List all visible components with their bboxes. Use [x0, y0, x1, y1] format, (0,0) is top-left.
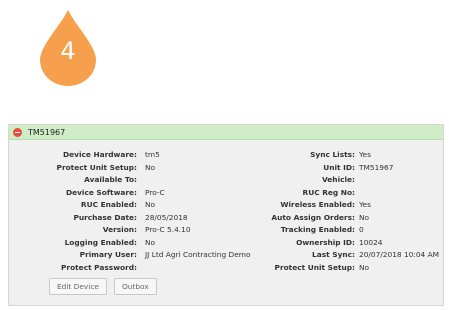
detail-row: Protect Unit Setup: No Unit ID: TM51967: [9, 162, 443, 175]
auto-assign-orders-value: No: [359, 212, 370, 222]
ownership-id-label: Ownership ID:: [296, 237, 355, 247]
step-number: 4: [60, 37, 76, 65]
vehicle-label: Vehicle:: [321, 175, 355, 184]
available-to-label: Available To:: [84, 175, 137, 184]
protect-unit-setup-label: Protect Unit Setup:: [56, 162, 137, 172]
ruc-reg-no-label: RUC Reg No:: [302, 187, 355, 197]
logging-enabled-label: Logging Enabled:: [64, 237, 137, 247]
detail-row: Protect Password: Protect Unit Setup: No: [9, 262, 443, 275]
wireless-enabled-label: Wireless Enabled:: [280, 200, 355, 209]
device-panel: TM51967 Device Hardware: tm5 Sync Lists:…: [8, 124, 444, 306]
tracking-enabled-label: Tracking Enabled:: [280, 225, 355, 234]
protect-unit-setup-value-right: No: [359, 262, 370, 272]
detail-row: RUC Enabled: No Wireless Enabled: Yes: [9, 199, 443, 212]
protect-unit-setup-value: No: [145, 162, 156, 172]
last-sync-value: 20/07/2018 10:04 AM: [359, 250, 440, 259]
auto-assign-orders-label: Auto Assign Orders:: [271, 212, 355, 222]
primary-user-value: JJ Ltd Agri Contracting Demo: [145, 250, 251, 259]
detail-row: Device Software: Pro-C RUC Reg No:: [9, 187, 443, 200]
protect-unit-setup-label-right: Protect Unit Setup:: [274, 262, 355, 272]
detail-row: Primary User: JJ Ltd Agri Contracting De…: [9, 249, 443, 262]
device-details: Device Hardware: tm5 Sync Lists: Yes Pro…: [9, 149, 443, 274]
minus-circle-icon[interactable]: [13, 127, 22, 137]
wireless-enabled-value: Yes: [359, 200, 371, 209]
detail-row: Purchase Date: 28/05/2018 Auto Assign Or…: [9, 212, 443, 225]
device-hardware-label: Device Hardware:: [62, 150, 137, 159]
version-value: Pro-C 5.4.10: [145, 225, 191, 234]
step-badge: 4: [38, 8, 98, 86]
sync-lists-label: Sync Lists:: [310, 150, 355, 159]
outbox-button[interactable]: Outbox: [113, 278, 157, 295]
logging-enabled-value: No: [145, 237, 156, 247]
ownership-id-value: 10024: [359, 237, 383, 247]
ruc-enabled-value: No: [145, 200, 156, 209]
unit-id-label: Unit ID:: [323, 162, 355, 172]
device-panel-header: TM51967: [9, 125, 443, 140]
last-sync-label: Last Sync:: [312, 250, 355, 259]
device-panel-title: TM51967: [28, 127, 66, 137]
sync-lists-value: Yes: [359, 150, 371, 159]
edit-device-button[interactable]: Edit Device: [49, 278, 107, 295]
detail-row: Logging Enabled: No Ownership ID: 10024: [9, 237, 443, 250]
protect-password-label: Protect Password:: [61, 262, 137, 272]
version-label: Version:: [102, 225, 137, 234]
detail-row: Version: Pro-C 5.4.10 Tracking Enabled: …: [9, 224, 443, 237]
detail-row: Available To: Vehicle:: [9, 174, 443, 187]
detail-row: Device Hardware: tm5 Sync Lists: Yes: [9, 149, 443, 162]
tracking-enabled-value: 0: [359, 225, 364, 234]
ruc-enabled-label: RUC Enabled:: [80, 200, 137, 209]
device-actions: Edit Device Outbox: [49, 278, 157, 295]
device-software-label: Device Software:: [65, 187, 137, 197]
device-hardware-value: tm5: [145, 150, 160, 159]
purchase-date-value: 28/05/2018: [145, 212, 188, 222]
primary-user-label: Primary User:: [79, 250, 137, 259]
unit-id-value: TM51967: [359, 162, 394, 172]
purchase-date-label: Purchase Date:: [73, 212, 137, 222]
device-software-value: Pro-C: [145, 187, 165, 197]
